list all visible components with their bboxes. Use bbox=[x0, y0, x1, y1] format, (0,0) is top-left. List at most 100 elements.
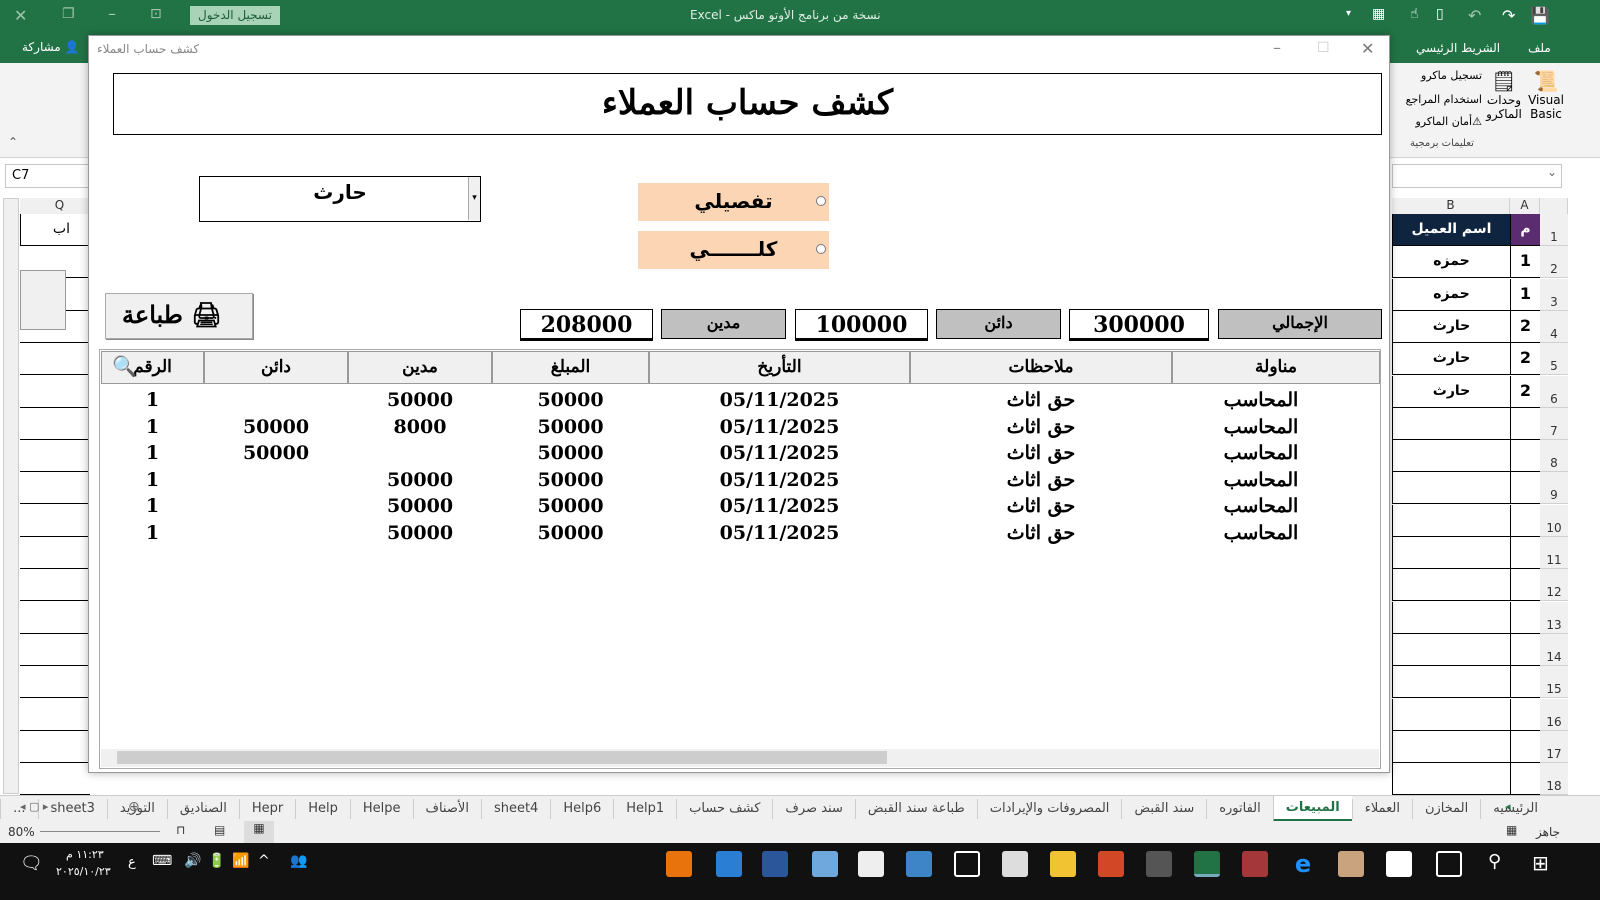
radio-total[interactable]: كلـــــــي bbox=[638, 231, 829, 269]
column-header-handler[interactable]: مناولة bbox=[1172, 351, 1380, 384]
cell-customer-name[interactable]: حارث bbox=[1392, 310, 1510, 343]
network-app-icon[interactable] bbox=[812, 851, 838, 877]
grid-cell[interactable] bbox=[20, 376, 90, 408]
cell-number[interactable]: 2 bbox=[1510, 343, 1540, 376]
column-header-a[interactable]: A bbox=[1510, 198, 1540, 214]
keyboard-icon[interactable]: ⌨ bbox=[152, 853, 172, 869]
battery-icon[interactable]: 🔋 bbox=[208, 853, 225, 869]
cell-customer-name[interactable] bbox=[1392, 569, 1510, 602]
store-icon[interactable] bbox=[1386, 851, 1412, 877]
clock-date[interactable]: ٢٠٢٥/١٠/٢٣ bbox=[56, 865, 111, 878]
cell-customer-name[interactable] bbox=[1392, 537, 1510, 569]
sheet-tab[interactable]: المصروفات والإيرادات bbox=[976, 798, 1122, 819]
macro-record-icon[interactable]: ▦ bbox=[1506, 823, 1517, 837]
sheet-tab[interactable]: Help6 bbox=[550, 798, 613, 819]
cell-number[interactable] bbox=[1510, 601, 1540, 634]
cell-customer-name[interactable] bbox=[1392, 633, 1510, 666]
save-icon[interactable]: 💾 bbox=[1530, 6, 1550, 25]
transactions-listbox[interactable]: مناولة ملاحظات التأريخ المبلغ مدين دائن الرقم 🔍… bbox=[99, 349, 1381, 769]
row-header[interactable]: 15 bbox=[1540, 666, 1568, 699]
radio-button-icon[interactable] bbox=[816, 244, 826, 254]
grid-cell[interactable] bbox=[20, 634, 90, 666]
minimize-icon[interactable]: – bbox=[108, 4, 116, 23]
grid-cell[interactable] bbox=[20, 731, 90, 763]
row-header[interactable]: 10 bbox=[1540, 504, 1568, 537]
search-icon[interactable]: ⚲ bbox=[1488, 851, 1501, 872]
cell-number[interactable] bbox=[1510, 666, 1540, 699]
cell-number[interactable]: 1 bbox=[1510, 246, 1540, 279]
excel-icon[interactable] bbox=[1194, 851, 1220, 877]
column-header-credit[interactable]: دائن bbox=[204, 351, 348, 384]
3d-viewer-icon[interactable] bbox=[954, 851, 980, 877]
grid-cell[interactable] bbox=[20, 408, 90, 440]
column-header-notes[interactable]: ملاحظات bbox=[910, 351, 1172, 384]
grid-cell[interactable] bbox=[20, 537, 90, 569]
cell-number[interactable] bbox=[1510, 440, 1540, 473]
sheet-tab[interactable]: الأصناف bbox=[412, 798, 481, 819]
app-icon-grid[interactable] bbox=[1146, 851, 1172, 877]
cell-customer-name[interactable]: حمزه bbox=[1392, 278, 1510, 311]
sheet-tab[interactable]: المبيعات bbox=[1272, 795, 1352, 822]
mail-icon[interactable] bbox=[716, 851, 742, 877]
powerpoint-icon[interactable] bbox=[1098, 851, 1124, 877]
relative-refs-button[interactable]: استخدام المراجع bbox=[1392, 93, 1482, 106]
row-header[interactable]: 1 bbox=[1540, 214, 1568, 246]
page-break-view-icon[interactable]: ⊓ bbox=[176, 823, 185, 837]
sheet-tab[interactable]: الصناديق bbox=[166, 798, 239, 819]
cell-customer-name[interactable] bbox=[1392, 730, 1510, 763]
cell-customer-name[interactable] bbox=[1392, 407, 1510, 440]
row-header[interactable]: 14 bbox=[1540, 633, 1568, 666]
sheet-tab[interactable]: سند صرف bbox=[772, 798, 854, 819]
access-icon[interactable] bbox=[1242, 851, 1268, 877]
column-header-debit[interactable]: مدين bbox=[348, 351, 492, 384]
row-header[interactable]: 17 bbox=[1540, 730, 1568, 763]
touch-mode-icon[interactable]: ☝ bbox=[1410, 6, 1419, 22]
form-close-icon[interactable]: ✕ bbox=[1361, 39, 1374, 58]
row-header[interactable]: 12 bbox=[1540, 569, 1568, 602]
cell-customer-name[interactable] bbox=[1392, 666, 1510, 699]
network-icon[interactable]: 📶 bbox=[232, 853, 249, 869]
sheet-tab[interactable]: Help bbox=[295, 798, 350, 819]
sheet-tab[interactable]: Help1 bbox=[613, 798, 676, 819]
sheet-tab[interactable]: الرئيسيه bbox=[1480, 798, 1550, 819]
cell-customer-name[interactable] bbox=[1392, 763, 1510, 796]
scrollbar-thumb[interactable] bbox=[117, 751, 887, 764]
row-header[interactable]: 2 bbox=[1540, 246, 1568, 279]
horizontal-scrollbar[interactable] bbox=[101, 749, 1379, 767]
sheet-tab[interactable]: طباعة سند القبض bbox=[854, 798, 977, 819]
cell-customer-name[interactable] bbox=[1392, 472, 1510, 505]
dropdown-arrow-icon[interactable]: ▾ bbox=[468, 177, 480, 220]
vertical-scrollbar[interactable] bbox=[3, 198, 19, 794]
ribbon-display-icon[interactable]: ⊡ bbox=[150, 6, 162, 22]
cell-customer-name[interactable]: حارث bbox=[1392, 343, 1510, 376]
customize-toolbar-icon[interactable]: ▾ bbox=[1346, 8, 1351, 19]
row-header[interactable]: 13 bbox=[1540, 601, 1568, 634]
avatar-app-icon[interactable] bbox=[1338, 851, 1364, 877]
radio-detailed[interactable]: تفصيلي bbox=[638, 183, 829, 221]
header-cell-name[interactable]: اسم العميل bbox=[1392, 214, 1510, 246]
tab-scroll-left-icon[interactable]: ◂ ▢ ▸ bbox=[20, 800, 48, 813]
radio-button-icon[interactable] bbox=[816, 196, 826, 206]
print-button[interactable]: طباعة 🖨 bbox=[105, 293, 253, 339]
collapse-ribbon-icon[interactable]: ⌃ bbox=[8, 135, 18, 149]
form-maximize-icon[interactable]: ☐ bbox=[1317, 40, 1330, 56]
grid-cell[interactable] bbox=[20, 472, 90, 505]
row-header[interactable]: 8 bbox=[1540, 440, 1568, 473]
grid-cell[interactable] bbox=[20, 569, 90, 602]
tab-scroll-right-icon[interactable]: ◂ bbox=[1505, 800, 1511, 813]
people-icon[interactable]: 👥 bbox=[290, 853, 307, 869]
cell-number[interactable] bbox=[1510, 763, 1540, 796]
cell-number[interactable] bbox=[1510, 698, 1540, 731]
row-header[interactable]: 5 bbox=[1540, 343, 1568, 376]
video-editor-icon[interactable] bbox=[858, 851, 884, 877]
form-minimize-icon[interactable]: – bbox=[1273, 38, 1281, 57]
sheet-tab[interactable]: المخازن bbox=[1411, 798, 1480, 819]
tab-file[interactable]: ملف bbox=[1528, 41, 1551, 55]
app-icon-recorder[interactable] bbox=[666, 851, 692, 877]
sheet-tab[interactable]: العملاء bbox=[1351, 798, 1412, 819]
grid-cell[interactable] bbox=[20, 343, 90, 376]
cell-number[interactable] bbox=[1510, 537, 1540, 569]
redo-icon[interactable]: ↷ bbox=[1502, 6, 1515, 25]
name-box[interactable]: C7 bbox=[5, 164, 90, 188]
cell-customer-name[interactable] bbox=[1392, 504, 1510, 537]
